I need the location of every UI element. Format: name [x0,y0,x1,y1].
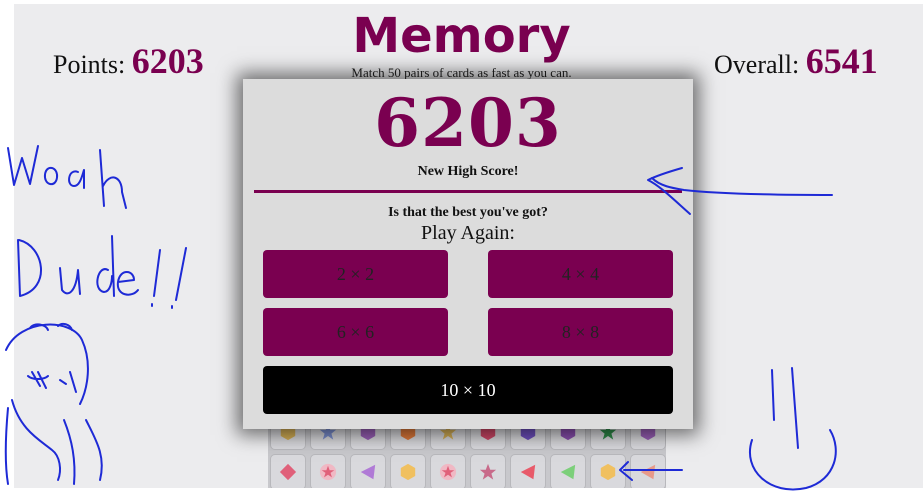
hexagon-icon [400,463,416,481]
divider [254,190,682,193]
card[interactable] [630,454,666,488]
game-over-dialog: 6203 New High Score! Is that the best yo… [243,79,693,429]
card[interactable] [310,454,346,488]
star-icon [479,463,497,480]
overall-label: Overall: [714,50,800,79]
star-icon [439,463,457,481]
card[interactable] [430,454,466,488]
triangle-icon [520,464,536,480]
card[interactable] [550,454,586,488]
play-again-label: Play Again: [421,222,515,244]
grid-2x2-button[interactable]: 2 × 2 [263,250,448,298]
grid-4x4-button[interactable]: 4 × 4 [488,250,673,298]
triangle-icon [360,464,376,480]
high-score-message: New High Score! [417,164,519,179]
card[interactable] [590,454,626,488]
overall-display: Overall: 6541 [714,40,878,82]
triangle-icon [640,464,656,480]
card[interactable] [350,454,386,488]
overall-value: 6541 [805,41,878,81]
grid-6x6-button[interactable]: 6 × 6 [263,308,448,356]
taunt-text: Is that the best you've got? [388,205,548,220]
triangle-icon [560,464,576,480]
grid-10x10-button[interactable]: 10 × 10 [263,366,673,414]
grid-8x8-button[interactable]: 8 × 8 [488,308,673,356]
card[interactable] [470,454,506,488]
final-score: 6203 [374,84,562,162]
card[interactable] [510,454,546,488]
star-icon [319,463,337,481]
hexagon-icon [600,463,616,481]
card[interactable] [390,454,426,488]
card[interactable] [270,454,306,488]
diamond-icon [279,463,297,481]
